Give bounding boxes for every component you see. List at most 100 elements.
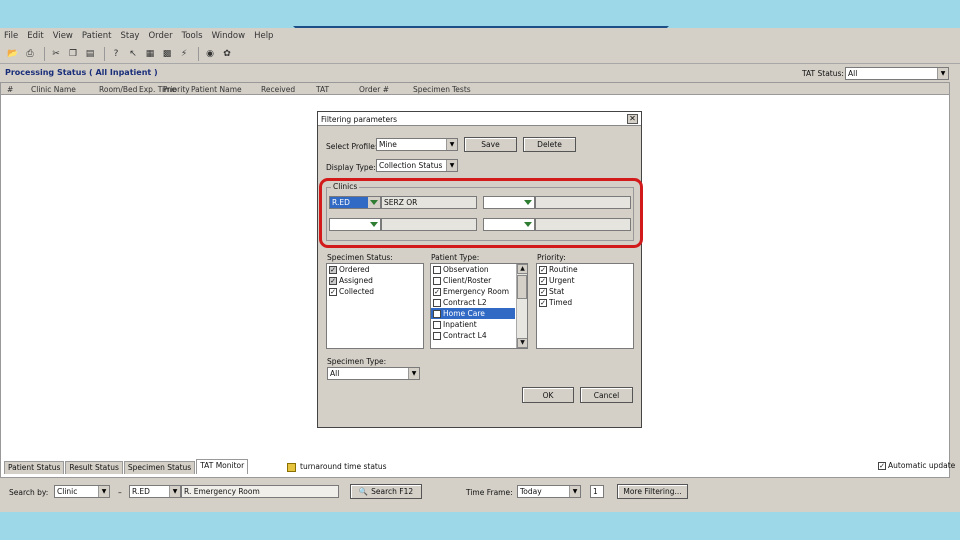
auto-update-checkbox[interactable]: ✓ Automatic update <box>878 461 955 470</box>
list-item[interactable]: ✓ Ordered <box>327 264 423 275</box>
open-icon[interactable]: 📂 <box>6 47 20 61</box>
ok-button[interactable]: OK <box>522 387 574 403</box>
menu-order[interactable]: Order <box>148 31 172 41</box>
column-header[interactable]: # <box>7 85 13 94</box>
toolbar-divider <box>104 46 105 61</box>
menu-window[interactable]: Window <box>212 31 246 41</box>
checkbox-checked-icon[interactable]: ✓ <box>539 266 547 274</box>
column-header[interactable]: Specimen <box>413 85 450 94</box>
tab-result-status[interactable]: Result Status <box>65 461 123 474</box>
column-header[interactable]: Room/Bed <box>99 85 137 94</box>
search-by-select[interactable]: Clinic ▼ <box>54 485 110 498</box>
checkbox-icon[interactable] <box>433 299 441 307</box>
list-item[interactable]: Contract L2 <box>431 297 527 308</box>
checkbox-checked-icon[interactable]: ✓ <box>539 288 547 296</box>
checkbox-icon[interactable] <box>433 332 441 340</box>
list-item[interactable]: Client/Roster <box>431 275 527 286</box>
tool-icon-1[interactable]: ▦ <box>143 47 157 61</box>
tat-status-select[interactable]: All ▼ <box>845 67 949 80</box>
clock-icon <box>287 462 296 472</box>
help-icon[interactable]: ? <box>109 47 123 61</box>
time-frame-number[interactable]: 1 <box>590 485 604 498</box>
clinic-code-select[interactable]: R.ED ▼ <box>129 485 181 498</box>
chevron-down-icon[interactable]: ▼ <box>408 368 419 379</box>
whats-this-icon[interactable]: ↖ <box>126 47 140 61</box>
list-item[interactable]: ✓ Collected <box>327 286 423 297</box>
chevron-down-icon[interactable]: ▼ <box>169 486 180 497</box>
close-icon[interactable]: ✕ <box>627 114 638 124</box>
chevron-down-icon[interactable]: ▼ <box>569 486 580 497</box>
list-item[interactable]: Contract L4 <box>431 330 527 341</box>
scroll-up-icon[interactable]: ▲ <box>517 264 527 274</box>
chevron-down-icon[interactable]: ▼ <box>937 68 948 79</box>
cut-icon[interactable]: ✂ <box>49 47 63 61</box>
scroll-thumb[interactable] <box>517 275 527 299</box>
list-item[interactable]: ✓ Urgent <box>537 275 633 286</box>
display-type-dropdown[interactable]: Collection Status ▼ <box>376 159 458 172</box>
menu-patient[interactable]: Patient <box>82 31 112 41</box>
tool-icon-4[interactable]: ◉ <box>203 47 217 61</box>
search-button-label: Search F12 <box>371 487 414 496</box>
tab-specimen-status[interactable]: Specimen Status <box>123 461 196 474</box>
tab-tat-monitor[interactable]: TAT Monitor <box>196 459 249 474</box>
print-icon[interactable]: ⎙ <box>23 47 37 61</box>
select-profile-dropdown[interactable]: Mine ▼ <box>376 138 458 151</box>
scroll-down-icon[interactable]: ▼ <box>517 338 527 348</box>
checkbox-checked-icon[interactable]: ✓ <box>433 288 441 296</box>
priority-list: ✓ Routine ✓ Urgent ✓ Stat ✓ Timed <box>536 263 634 349</box>
menu-edit[interactable]: Edit <box>27 31 43 41</box>
checkbox-checked-icon[interactable]: ✓ <box>539 299 547 307</box>
column-header[interactable]: Clinic Name <box>31 85 76 94</box>
checkbox-checked-icon[interactable]: ✓ <box>329 266 337 274</box>
save-button[interactable]: Save <box>464 137 517 152</box>
paste-icon[interactable]: ▤ <box>83 47 97 61</box>
column-header[interactable]: TAT <box>316 85 329 94</box>
checkbox-icon[interactable] <box>433 321 441 329</box>
list-item-selected[interactable]: Home Care <box>431 308 515 319</box>
specimen-type-dropdown[interactable]: All ▼ <box>327 367 420 380</box>
checkbox-checked-icon[interactable]: ✓ <box>539 277 547 285</box>
checkbox-icon[interactable] <box>433 266 441 274</box>
priority-label: Priority: <box>537 253 566 262</box>
tool-icon-2[interactable]: ▩ <box>160 47 174 61</box>
processing-status-row: Processing Status ( All Inpatient ) TAT … <box>0 66 960 80</box>
checkbox-checked-icon[interactable]: ✓ <box>329 277 337 285</box>
cancel-button[interactable]: Cancel <box>580 387 633 403</box>
list-item[interactable]: ✓ Timed <box>537 297 633 308</box>
tab-patient-status[interactable]: Patient Status <box>4 461 65 474</box>
scrollbar[interactable]: ▲ ▼ <box>516 264 527 348</box>
checkbox-checked-icon[interactable]: ✓ <box>878 462 886 470</box>
checkbox-icon[interactable] <box>433 310 441 318</box>
bottom-frame <box>0 512 960 540</box>
list-item[interactable]: ✓ Stat <box>537 286 633 297</box>
list-item[interactable]: Observation <box>431 264 527 275</box>
column-header[interactable]: Tests <box>452 85 471 94</box>
column-header[interactable]: Patient Name <box>191 85 242 94</box>
list-item[interactable]: ✓ Assigned <box>327 275 423 286</box>
top-frame <box>0 0 960 33</box>
list-item[interactable]: ✓ Routine <box>537 264 633 275</box>
list-item-label: Routine <box>549 265 578 274</box>
chevron-down-icon[interactable]: ▼ <box>446 160 457 171</box>
list-item[interactable]: ✓ Emergency Room <box>431 286 527 297</box>
list-item[interactable]: Inpatient <box>431 319 527 330</box>
column-header[interactable]: Order # <box>359 85 389 94</box>
delete-button[interactable]: Delete <box>523 137 576 152</box>
search-button[interactable]: 🔍 Search F12 <box>350 484 422 499</box>
menu-file[interactable]: File <box>4 31 18 41</box>
column-header[interactable]: Priority <box>163 85 190 94</box>
column-header[interactable]: Received <box>261 85 295 94</box>
menu-view[interactable]: View <box>53 31 73 41</box>
tool-icon-5[interactable]: ✿ <box>220 47 234 61</box>
chevron-down-icon[interactable]: ▼ <box>98 486 109 497</box>
checkbox-checked-icon[interactable]: ✓ <box>329 288 337 296</box>
menu-stay[interactable]: Stay <box>120 31 139 41</box>
chevron-down-icon[interactable]: ▼ <box>446 139 457 150</box>
more-filtering-button[interactable]: More Filtering... <box>617 484 688 499</box>
copy-icon[interactable]: ❐ <box>66 47 80 61</box>
menu-tools[interactable]: Tools <box>182 31 203 41</box>
menu-help[interactable]: Help <box>254 31 273 41</box>
checkbox-icon[interactable] <box>433 277 441 285</box>
tool-icon-3[interactable]: ⚡ <box>177 47 191 61</box>
time-frame-select[interactable]: Today ▼ <box>517 485 581 498</box>
